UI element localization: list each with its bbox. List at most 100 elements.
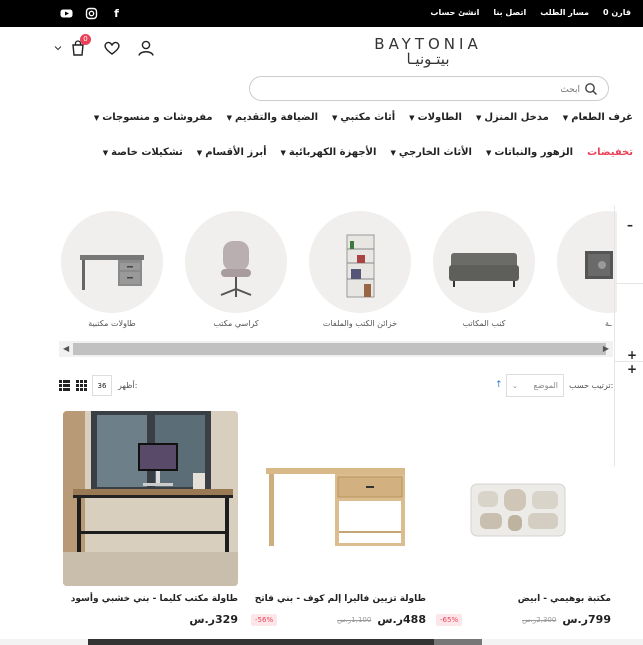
scroll-right-icon[interactable]: ▶: [603, 344, 609, 353]
site-logo[interactable]: BAYTONIA بيتـونيـا: [369, 35, 487, 67]
nav-entryway[interactable]: مدخل المنزل ▼: [476, 112, 549, 123]
product-image[interactable]: [436, 411, 611, 586]
per-page-label: أظهر:: [118, 381, 138, 390]
caret-down-icon: ▼: [332, 113, 338, 122]
logo-text-ar: بيتـونيـا: [406, 50, 450, 68]
product-toolbar: 36 أظهر: ↑ الموضع ⌄ ترتيب حسب:: [59, 374, 614, 398]
category-office-chairs[interactable]: كراسي مكتب: [185, 211, 287, 328]
account-button[interactable]: [136, 38, 156, 58]
contact-link[interactable]: اتصل بنا: [493, 8, 526, 17]
discount-badge: 65%-: [436, 613, 463, 626]
nav-collections[interactable]: تشكيلات خاصة ▼: [103, 147, 183, 158]
youtube-icon[interactable]: [60, 7, 73, 20]
product-card[interactable]: مكتبة بوهيمي - ابيض 799ر.س 2,300ر.س 65%-: [436, 411, 611, 626]
search-icon[interactable]: [584, 82, 598, 96]
product-card[interactable]: طاولة مكتب كليما - بني خشبي وأسود 329ر.س: [63, 411, 238, 626]
product-name[interactable]: مكتبة بوهيمي - ابيض: [436, 594, 611, 604]
nav-plants[interactable]: الزهور والنباتات ▼: [486, 147, 573, 158]
wishlist-button[interactable]: [102, 38, 122, 58]
create-account-link[interactable]: انشئ حساب: [430, 8, 479, 17]
product-card[interactable]: طاولة تزيين فاليرا إلم كوف - بني فاتح 48…: [251, 411, 426, 626]
filter-panel: – + +: [614, 206, 643, 466]
product-price-row: 488ر.س 1,100ر.س 56%-: [251, 613, 426, 626]
category-image: [557, 211, 617, 313]
social-links: f: [60, 7, 123, 20]
collapse-icon[interactable]: –: [627, 218, 633, 232]
main-nav-row-1: غرف الطعام ▼ مدخل المنزل ▼ الطاولات ▼ أثاث …: [94, 112, 633, 123]
grid-view-icon[interactable]: [76, 380, 87, 391]
caret-down-icon: ▼: [226, 113, 232, 122]
scrollbar-thumb[interactable]: [73, 343, 606, 355]
search-input[interactable]: [260, 78, 580, 102]
category-scrollbar[interactable]: ◀ ▶: [59, 341, 613, 357]
per-page-select[interactable]: 36: [92, 375, 112, 396]
chevron-down-icon[interactable]: [54, 44, 62, 52]
category-image: [309, 211, 411, 313]
expand-icon[interactable]: +: [627, 348, 637, 362]
view-mode-switcher: [59, 380, 87, 391]
nav-outdoor[interactable]: الأثاث الخارجي ▼: [390, 147, 472, 158]
product-image[interactable]: [251, 411, 426, 586]
facebook-icon[interactable]: f: [110, 7, 123, 20]
category-label: طاولات مكتبية: [88, 319, 136, 328]
top-links: قارن 0 مسار الطلب اتصل بنا انشئ حساب: [430, 8, 631, 17]
sort-direction-icon[interactable]: ↑: [495, 380, 503, 390]
nav-office-furniture[interactable]: أثاث مكتبي ▼: [332, 112, 395, 123]
product-old-price: 1,100ر.س: [337, 615, 372, 624]
product-name[interactable]: طاولة تزيين فاليرا إلم كوف - بني فاتح: [251, 594, 426, 604]
category-image: [61, 211, 163, 313]
top-bar: f قارن 0 مسار الطلب اتصل بنا انشئ حساب: [0, 0, 643, 27]
product-price-row: 799ر.س 2,300ر.س 65%-: [436, 613, 611, 626]
nav-sale[interactable]: تخفيضات: [587, 147, 633, 158]
compare-link[interactable]: قارن 0: [603, 8, 631, 17]
discount-badge: 56%-: [251, 613, 278, 626]
caret-down-icon: ▼: [562, 113, 569, 122]
cart-button[interactable]: 0: [68, 34, 91, 58]
chevron-down-icon: ⌄: [512, 381, 518, 390]
expand-icon[interactable]: +: [627, 362, 637, 376]
nav-dining-rooms[interactable]: غرف الطعام ▼: [563, 112, 633, 123]
main-nav-row-2: تخفيضات الزهور والنباتات ▼ الأثاث الخارجي…: [103, 147, 633, 158]
nav-appliances[interactable]: الأجهزة الكهربائية ▼: [281, 147, 377, 158]
heart-icon: [104, 41, 120, 55]
cart-count-badge: 0: [80, 34, 91, 45]
nav-textiles[interactable]: مفروشات و منسوجات ▼: [94, 112, 213, 123]
category-safes[interactable]: ـة: [557, 211, 617, 328]
nav-featured[interactable]: أبرز الأقسام ▼: [197, 147, 267, 158]
caret-down-icon: ▼: [390, 148, 396, 157]
category-office-sofas[interactable]: كنب المكاتب: [433, 211, 535, 328]
product-image[interactable]: [63, 411, 238, 586]
bottom-strip-mid: [434, 639, 482, 645]
product-old-price: 2,300ر.س: [522, 615, 557, 624]
caret-down-icon: ▼: [409, 113, 415, 122]
filter-section[interactable]: –: [615, 206, 643, 284]
caret-down-icon: ▼: [475, 113, 482, 122]
sort-value: الموضع: [533, 381, 558, 390]
header-icons: 0: [54, 34, 156, 58]
category-desks[interactable]: طاولات مكتبية: [61, 211, 163, 328]
product-price: 799ر.س: [562, 613, 611, 626]
nav-tables[interactable]: الطاولات ▼: [409, 112, 462, 123]
product-name[interactable]: طاولة مكتب كليما - بني خشبي وأسود: [63, 594, 238, 604]
sort-label: ترتيب حسب:: [569, 381, 614, 390]
category-label: ـة: [605, 319, 612, 328]
order-tracking-link[interactable]: مسار الطلب: [540, 8, 589, 17]
filter-section[interactable]: +: [615, 362, 643, 440]
category-label: كراسي مكتب: [213, 319, 259, 328]
category-label: كنب المكاتب: [462, 319, 506, 328]
sort-select[interactable]: الموضع ⌄: [506, 374, 564, 397]
bottom-strip: [0, 639, 643, 645]
product-price-row: 329ر.س: [63, 613, 238, 626]
category-label: خزائن الكتب والملفات: [322, 319, 398, 328]
caret-down-icon: ▼: [102, 148, 109, 157]
list-view-icon[interactable]: [59, 380, 70, 391]
product-price: 488ر.س: [377, 613, 426, 626]
product-price: 329ر.س: [189, 613, 238, 626]
filter-section[interactable]: +: [615, 284, 643, 362]
category-bookcases[interactable]: خزائن الكتب والملفات: [309, 211, 411, 328]
category-image: [433, 211, 535, 313]
nav-hospitality[interactable]: الضيافة والتقديم ▼: [227, 112, 318, 123]
user-icon: [138, 40, 154, 56]
instagram-icon[interactable]: [85, 7, 98, 20]
scroll-left-icon[interactable]: ◀: [63, 344, 69, 353]
